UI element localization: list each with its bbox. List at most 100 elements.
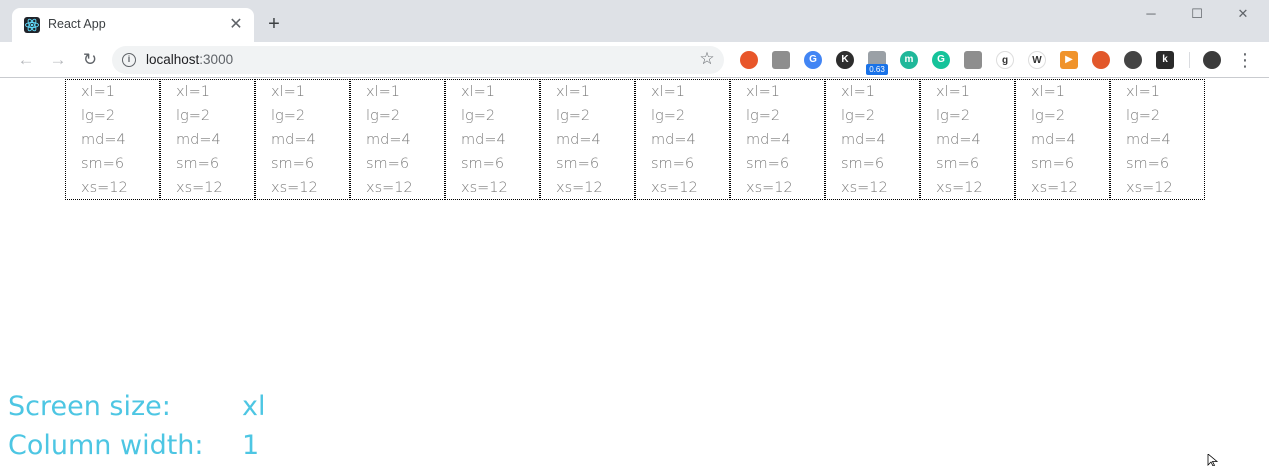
play-circle-icon[interactable]: ▶ <box>1060 51 1078 69</box>
tab-strip: React App ✕ + ─ ☐ ✕ <box>0 0 1269 42</box>
layers-icon[interactable] <box>964 51 982 69</box>
screen-size-value: xl <box>242 391 266 422</box>
react-atom-icon <box>24 17 40 33</box>
breakpoint-label: sm=6 <box>746 156 790 172</box>
breakpoint-label: xl=1 <box>366 84 400 100</box>
grid-container: xl=1 lg=2 md=4 sm=6 xs=12 xl=1 lg=2 md=4 sm=6 xs=… <box>65 79 1205 200</box>
mouse-cursor-icon <box>1207 454 1219 466</box>
breakpoint-label: xs=12 <box>271 180 318 196</box>
breakpoint-label: lg=2 <box>651 108 686 124</box>
grid-column: xl=1 lg=2 md=4 sm=6 xs=12 <box>65 79 160 200</box>
breakpoint-label: md=4 <box>556 132 601 148</box>
breakpoint-label: xs=12 <box>1126 180 1173 196</box>
breakpoint-label: xl=1 <box>81 84 115 100</box>
breakpoint-label: xl=1 <box>746 84 780 100</box>
maximize-icon[interactable]: ☐ <box>1187 4 1207 24</box>
bookmark-star-icon[interactable]: ☆ <box>698 50 716 68</box>
breakpoint-label: lg=2 <box>1126 108 1161 124</box>
grid-column: xl=1 lg=2 md=4 sm=6 xs=12 <box>635 79 730 200</box>
breakpoint-label: lg=2 <box>1031 108 1066 124</box>
breakpoint-label: sm=6 <box>1031 156 1075 172</box>
grid-column: xl=1 lg=2 md=4 sm=6 xs=12 <box>1015 79 1110 200</box>
reload-icon[interactable]: ↻ <box>80 50 100 70</box>
wikipedia-icon[interactable]: W <box>1028 51 1046 69</box>
breakpoint-label: xl=1 <box>556 84 590 100</box>
extension-badge: 0.63 <box>866 64 888 75</box>
breakpoint-label: lg=2 <box>936 108 971 124</box>
k-circle-icon[interactable]: K <box>836 51 854 69</box>
breakpoint-label: sm=6 <box>271 156 315 172</box>
breakpoint-label: md=4 <box>746 132 791 148</box>
breakpoint-label: lg=2 <box>81 108 116 124</box>
address-bar[interactable]: i localhost:3000 ☆ <box>112 46 724 74</box>
breakpoint-label: lg=2 <box>556 108 591 124</box>
breakpoint-label: xs=12 <box>936 180 983 196</box>
new-tab-icon[interactable]: + <box>264 14 284 34</box>
breakpoint-label: xs=12 <box>746 180 793 196</box>
column-width-label: Column width: <box>8 430 204 461</box>
tab-title: React App <box>48 17 106 31</box>
url-text[interactable]: localhost:3000 <box>146 52 233 67</box>
breakpoint-label: md=4 <box>841 132 886 148</box>
breakpoint-label: sm=6 <box>841 156 885 172</box>
breakpoint-label: xl=1 <box>1126 84 1160 100</box>
breakpoint-label: md=4 <box>1126 132 1171 148</box>
breakpoint-label: xs=12 <box>366 180 413 196</box>
grammarly-icon[interactable]: G <box>932 51 950 69</box>
breakpoint-label: xl=1 <box>271 84 305 100</box>
profile-avatar[interactable] <box>1203 51 1221 69</box>
breakpoint-label: xs=12 <box>841 180 888 196</box>
tab-close-icon[interactable]: ✕ <box>228 17 244 33</box>
breakpoint-label: sm=6 <box>81 156 125 172</box>
breakpoint-label: sm=6 <box>936 156 980 172</box>
url-port: :3000 <box>199 52 234 67</box>
k-square-icon[interactable]: k <box>1156 51 1174 69</box>
tab-react-app[interactable]: React App ✕ <box>12 8 254 42</box>
grid-column: xl=1 lg=2 md=4 sm=6 xs=12 <box>350 79 445 200</box>
breakpoint-label: lg=2 <box>461 108 496 124</box>
pattern-icon[interactable] <box>1092 51 1110 69</box>
grid-column: xl=1 lg=2 md=4 sm=6 xs=12 <box>825 79 920 200</box>
menu-kebab-icon[interactable]: ⋮ <box>1236 50 1254 70</box>
grid-column: xl=1 lg=2 md=4 sm=6 xs=12 <box>920 79 1015 200</box>
grid-column: xl=1 lg=2 md=4 sm=6 xs=12 <box>540 79 635 200</box>
browser-toolbar: ← → ↻ i localhost:3000 ☆ G Km Gg W ▶ k 0.63 ⋮ <box>0 42 1269 78</box>
breakpoint-label: md=4 <box>1031 132 1076 148</box>
translate-icon[interactable]: G <box>804 51 822 69</box>
breakpoint-label: lg=2 <box>746 108 781 124</box>
breakpoint-label: lg=2 <box>271 108 306 124</box>
breakpoint-label: md=4 <box>936 132 981 148</box>
minimize-icon[interactable]: ─ <box>1141 4 1161 24</box>
breakpoint-label: xs=12 <box>81 180 128 196</box>
camera-icon[interactable] <box>772 51 790 69</box>
browser-window: React App ✕ + ─ ☐ ✕ ← → ↻ i localhost:30… <box>0 0 1269 466</box>
grid-column: xl=1 lg=2 md=4 sm=6 xs=12 <box>730 79 825 200</box>
column-width-value: 1 <box>242 430 260 461</box>
ublock-icon[interactable] <box>740 51 758 69</box>
pocket-icon[interactable] <box>1124 51 1142 69</box>
url-host: localhost <box>146 52 200 67</box>
breakpoint-label: xl=1 <box>841 84 875 100</box>
screen-size-label: Screen size: <box>8 391 171 422</box>
forward-icon[interactable]: → <box>48 50 68 70</box>
page-viewport: xl=1 lg=2 md=4 sm=6 xs=12 xl=1 lg=2 md=4 sm=6 xs=… <box>0 79 1269 466</box>
site-info-icon[interactable]: i <box>122 53 136 67</box>
breakpoint-label: xl=1 <box>461 84 495 100</box>
breakpoint-label: sm=6 <box>176 156 220 172</box>
breakpoint-label: xl=1 <box>176 84 210 100</box>
grid-column: xl=1 lg=2 md=4 sm=6 xs=12 <box>160 79 255 200</box>
grid-column: xl=1 lg=2 md=4 sm=6 xs=12 <box>445 79 540 200</box>
back-icon[interactable]: ← <box>16 50 36 70</box>
g-letter-icon[interactable]: g <box>996 51 1014 69</box>
breakpoint-label: sm=6 <box>651 156 695 172</box>
breakpoint-label: lg=2 <box>176 108 211 124</box>
breakpoint-label: lg=2 <box>366 108 401 124</box>
window-close-icon[interactable]: ✕ <box>1233 4 1253 24</box>
breakpoint-label: md=4 <box>461 132 506 148</box>
breakpoint-label: xl=1 <box>651 84 685 100</box>
breakpoint-label: md=4 <box>81 132 126 148</box>
breakpoint-label: sm=6 <box>556 156 600 172</box>
breakpoint-label: sm=6 <box>461 156 505 172</box>
breakpoint-label: sm=6 <box>366 156 410 172</box>
m-circle-icon[interactable]: m <box>900 51 918 69</box>
